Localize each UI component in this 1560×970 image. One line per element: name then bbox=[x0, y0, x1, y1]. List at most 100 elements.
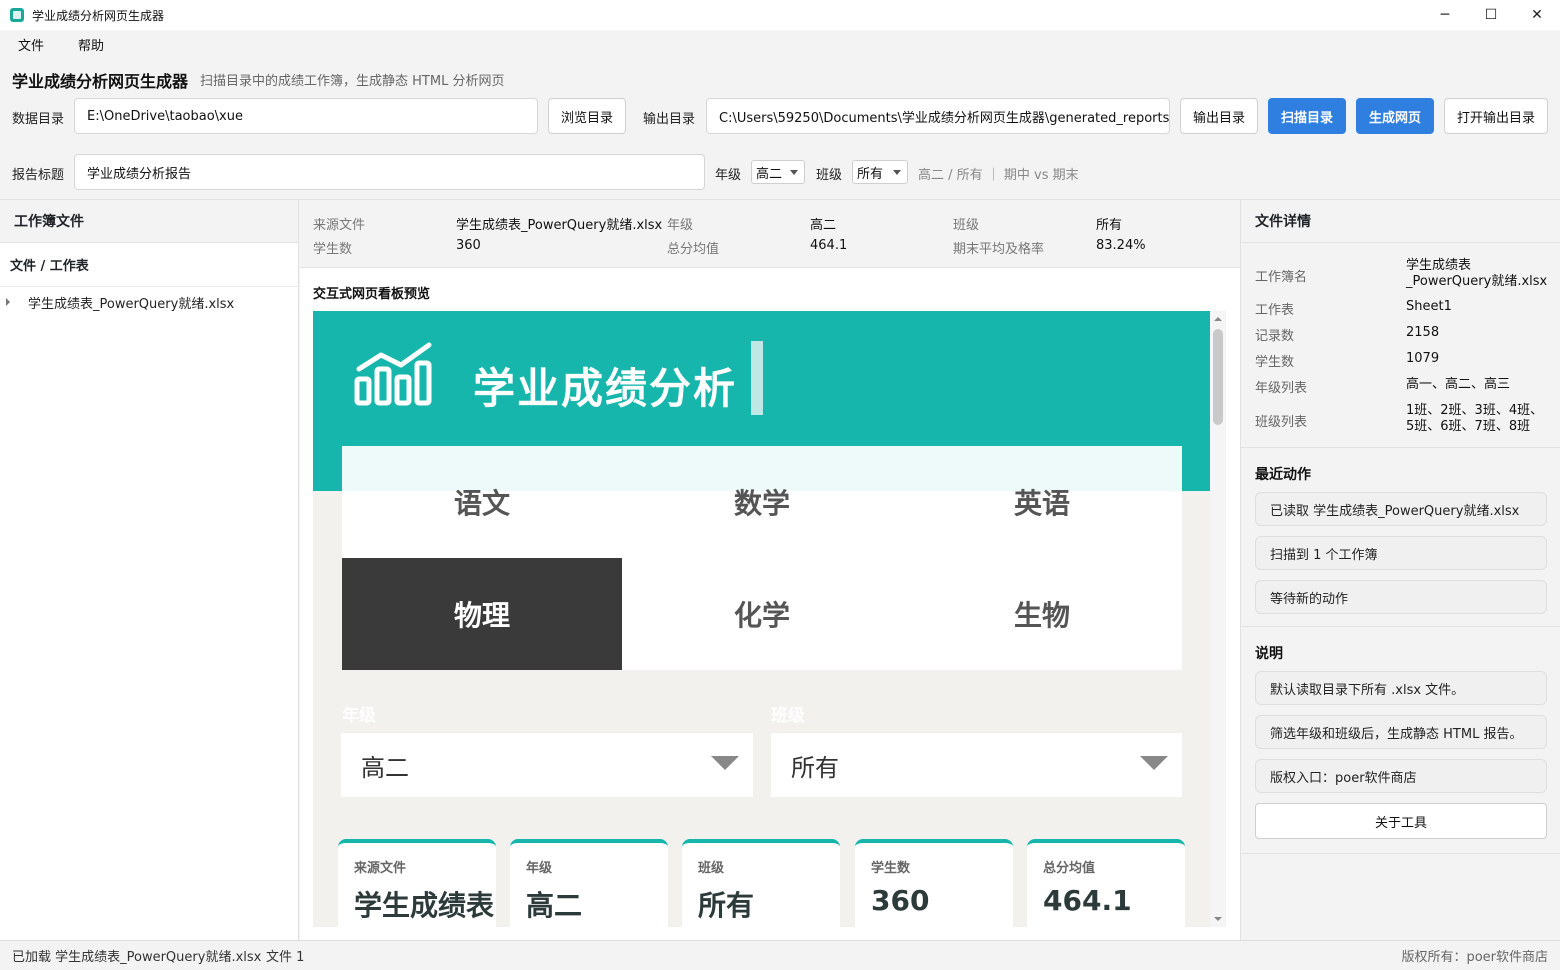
maximize-icon[interactable]: ☐ bbox=[1468, 0, 1514, 30]
grade-label: 年级 bbox=[715, 168, 742, 183]
tree-header: 文件 / 工作表 bbox=[0, 243, 298, 287]
scan-dir-button[interactable]: 扫描目录 bbox=[1268, 98, 1346, 134]
generate-page-button[interactable]: 生成网页 bbox=[1356, 98, 1434, 134]
stat-avg-label: 总分均值 bbox=[667, 242, 720, 257]
subject-tab-math[interactable]: 数学 bbox=[622, 446, 902, 558]
subject-tab-physics[interactable]: 物理 bbox=[342, 558, 622, 670]
app-subtitle: 扫描目录中的成绩工作簿，生成静态 HTML 分析网页 bbox=[200, 74, 505, 89]
scroll-thumb[interactable] bbox=[1213, 329, 1223, 425]
menu-bar: 文件 帮助 bbox=[0, 30, 1560, 58]
grade-select-value: 高二 bbox=[756, 166, 783, 182]
kpi-card-label: 来源文件 bbox=[354, 861, 407, 876]
app-icon bbox=[10, 8, 24, 22]
expand-arrow-icon[interactable] bbox=[6, 298, 10, 306]
subject-tab-english[interactable]: 英语 bbox=[902, 446, 1182, 558]
output-dir-button[interactable]: 输出目录 bbox=[1180, 98, 1258, 134]
detail-value: 2158 bbox=[1406, 325, 1440, 340]
stat-grade-label: 年级 bbox=[667, 218, 694, 233]
detail-key: 记录数 bbox=[1255, 329, 1295, 344]
kpi-card-source: 来源文件 学生成绩表 bbox=[338, 839, 496, 927]
output-dir-label: 输出目录 bbox=[643, 112, 696, 127]
center-panel: 来源文件 学生成绩表_PowerQuery就绪.xlsx 年级 高二 班级 所有… bbox=[300, 200, 1240, 940]
kpi-card-value: 464.1 bbox=[1043, 884, 1132, 917]
kpi-card-label: 学生数 bbox=[871, 861, 911, 876]
status-file-count: 文件 1 bbox=[266, 950, 305, 965]
class-select-value: 所有 bbox=[857, 166, 884, 182]
details-panel: 文件详情 工作簿名 学生成绩表_PowerQuery就绪.xlsx 工作表 Sh… bbox=[1240, 200, 1560, 940]
title-bar: 学业成绩分析网页生成器 ─ ☐ ✕ bbox=[0, 0, 1560, 30]
preview-title: 交互式网页看板预览 bbox=[313, 287, 431, 302]
subject-tab-chemistry[interactable]: 化学 bbox=[622, 558, 902, 670]
kpi-card-value: 360 bbox=[871, 884, 930, 917]
kpi-card-label: 总分均值 bbox=[1043, 861, 1096, 876]
kpi-card-label: 年级 bbox=[526, 861, 553, 876]
bar-chart-trend-icon bbox=[354, 342, 432, 406]
stat-source-value: 学生成绩表_PowerQuery就绪.xlsx bbox=[456, 218, 663, 233]
data-dir-input[interactable]: E:\OneDrive\taobao\xue bbox=[74, 98, 538, 134]
recent-action-item: 等待新的动作 bbox=[1255, 580, 1547, 614]
tree-item-file[interactable]: 学生成绩表_PowerQuery就绪.xlsx bbox=[0, 287, 298, 317]
divider bbox=[1241, 447, 1560, 448]
detail-key: 班级列表 bbox=[1255, 415, 1308, 430]
stat-class-value: 所有 bbox=[1096, 218, 1123, 233]
detail-value: Sheet1 bbox=[1406, 299, 1452, 314]
dropdown-arrow-icon bbox=[1140, 756, 1168, 770]
browse-dir-button[interactable]: 浏览目录 bbox=[548, 98, 626, 134]
notes-title: 说明 bbox=[1255, 646, 1283, 662]
banner-title: 学业成绩分析 bbox=[473, 364, 738, 413]
scroll-up-icon[interactable] bbox=[1214, 317, 1222, 321]
chevron-down-icon bbox=[790, 170, 798, 175]
kpi-card-value: 高二 bbox=[526, 889, 583, 922]
menu-file[interactable]: 文件 bbox=[8, 35, 54, 54]
stat-grade-value: 高二 bbox=[810, 218, 837, 233]
detail-value: 1班、2班、3班、4班、5班、6班、7班、8班 bbox=[1406, 403, 1544, 434]
dashboard-preview[interactable]: 学业成绩分析 语文 数学 英语 物理 化学 生物 年级 高二 班级 所有 来源文… bbox=[313, 311, 1210, 927]
status-loaded: 已加载 学生成绩表_PowerQuery就绪.xlsx bbox=[12, 950, 262, 965]
close-icon[interactable]: ✕ bbox=[1514, 0, 1560, 30]
menu-help[interactable]: 帮助 bbox=[68, 35, 114, 54]
subject-tab-biology[interactable]: 生物 bbox=[902, 558, 1182, 670]
stat-students-value: 360 bbox=[456, 238, 481, 253]
about-tool-button[interactable]: 关于工具 bbox=[1255, 803, 1547, 839]
data-dir-label: 数据目录 bbox=[12, 112, 65, 127]
window-controls: ─ ☐ ✕ bbox=[1422, 0, 1560, 30]
class-label: 班级 bbox=[816, 168, 843, 183]
preview-grade-label: 年级 bbox=[342, 706, 376, 726]
header: 学业成绩分析网页生成器 扫描目录中的成绩工作簿，生成静态 HTML 分析网页 数… bbox=[0, 58, 1560, 200]
window-title: 学业成绩分析网页生成器 bbox=[32, 8, 165, 23]
scroll-down-icon[interactable] bbox=[1214, 917, 1222, 921]
kpi-card-value: 学生成绩表 bbox=[354, 889, 495, 922]
kpi-card-label: 班级 bbox=[698, 861, 725, 876]
app-title: 学业成绩分析网页生成器 bbox=[12, 72, 189, 91]
preview-class-label: 班级 bbox=[771, 706, 805, 726]
grade-select[interactable]: 高二 bbox=[751, 160, 805, 184]
class-select[interactable]: 所有 bbox=[852, 160, 908, 184]
detail-row-classes: 班级列表 1班、2班、3班、4班、5班、6班、7班、8班 bbox=[1255, 403, 1547, 437]
workbook-panel: 工作簿文件 文件 / 工作表 学生成绩表_PowerQuery就绪.xlsx bbox=[0, 200, 299, 940]
stat-avg-value: 464.1 bbox=[810, 238, 848, 253]
detail-key: 工作表 bbox=[1255, 303, 1295, 318]
detail-value: 学生成绩表_PowerQuery就绪.xlsx bbox=[1406, 258, 1548, 289]
preview-class-value: 所有 bbox=[791, 753, 839, 782]
stat-pass-label: 期末平均及格率 bbox=[953, 242, 1045, 257]
subject-tab-chinese[interactable]: 语文 bbox=[342, 446, 622, 558]
filter-summary: 高二 / 所有 ｜ 期中 vs 期末 bbox=[918, 168, 1079, 183]
subject-grid: 语文 数学 英语 物理 化学 生物 bbox=[342, 446, 1182, 670]
open-output-dir-button[interactable]: 打开输出目录 bbox=[1444, 98, 1548, 134]
detail-value: 1079 bbox=[1406, 351, 1440, 366]
report-title-input[interactable]: 学业成绩分析报告 bbox=[74, 154, 705, 190]
stat-source-label: 来源文件 bbox=[313, 218, 366, 233]
workbook-panel-title: 工作簿文件 bbox=[0, 200, 298, 243]
preview-grade-select[interactable]: 高二 bbox=[341, 733, 753, 797]
output-dir-input[interactable]: C:\Users\59250\Documents\学业成绩分析网页生成器\gen… bbox=[706, 98, 1170, 134]
kpi-card-average: 总分均值 464.1 bbox=[1027, 839, 1185, 927]
recent-action-item: 扫描到 1 个工作簿 bbox=[1255, 536, 1547, 570]
minimize-icon[interactable]: ─ bbox=[1422, 0, 1468, 30]
recent-actions-title: 最近动作 bbox=[1255, 467, 1311, 483]
preview-scrollbar[interactable] bbox=[1210, 311, 1226, 927]
report-title-label: 报告标题 bbox=[12, 168, 65, 183]
stat-students-label: 学生数 bbox=[313, 242, 353, 257]
kpi-card-class: 班级 所有 bbox=[682, 839, 840, 927]
stats-strip: 来源文件 学生成绩表_PowerQuery就绪.xlsx 年级 高二 班级 所有… bbox=[300, 200, 1240, 268]
preview-class-select[interactable]: 所有 bbox=[771, 733, 1182, 797]
